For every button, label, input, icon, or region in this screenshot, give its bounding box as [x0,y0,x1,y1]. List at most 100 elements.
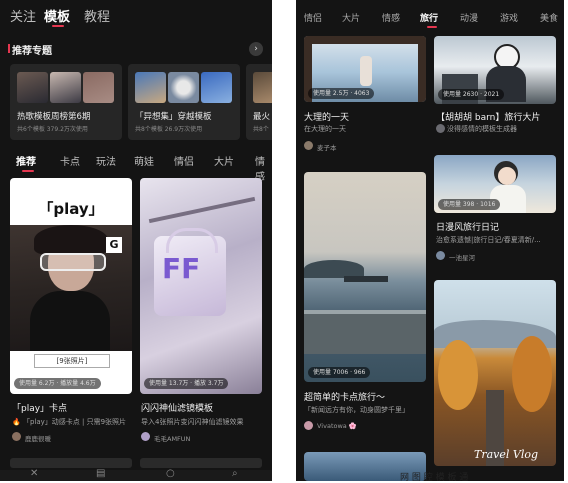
usage-stats: 使用量 2630 · 2021 [438,89,505,100]
tab-travel[interactable]: 旅行 [420,11,438,24]
card-photo: G [10,225,132,351]
template-card-thumbnail[interactable]: 使用量 7006 · 966 [304,172,426,382]
tab-tutorials[interactable]: 教程 [84,6,110,25]
circle-icon[interactable]: ○ [166,468,175,479]
tab-emotion[interactable]: 情感 [382,11,400,24]
body-shape [30,291,110,351]
section-title: 推荐专题 [12,46,52,57]
next-card-peek [10,458,132,468]
sunglasses-shape [40,253,106,271]
template-card-thumbnail[interactable]: 使用量 2.5万 · 4063 [304,36,426,102]
right-phone-screen: 情侣 大片 情感 旅行 动漫 游戏 美食 使用量 2.5万 · 4063 大理的… [296,0,564,481]
avatar[interactable] [304,421,313,430]
category-tab-recommend[interactable]: 推荐 [16,153,36,168]
user-name[interactable]: 鹿鹿很暖 [25,433,125,443]
user-name[interactable]: 毛毛AMFUN [154,433,254,443]
face-shape [498,167,516,185]
category-tab-blockbuster[interactable]: 大片 [214,153,234,168]
close-icon[interactable]: ✕ [30,468,38,479]
person-shape [360,56,372,86]
user-name[interactable]: 麦子本 [317,142,417,152]
tree-shape [512,336,552,412]
avatar[interactable] [436,124,445,133]
card-title[interactable]: 「play」卡点 [12,401,132,414]
pier-edge [304,310,426,314]
hair-shape [34,225,108,255]
card-subtitle: 「新闻远方有你，动身圆梦千里」 [304,406,409,414]
travel-vlog-overlay: Travel Vlog [474,448,539,461]
topic-meta: 共6个模板 379.2万次使用 [17,126,88,133]
active-tab-indicator [52,25,64,27]
pier-shape [304,314,426,354]
card-caption: [9张照片] [34,354,110,368]
card-title[interactable]: 大理的一天 [304,110,428,123]
g-letter-sticker: G [106,237,122,253]
template-card-thumbnail[interactable]: 使用量 398 · 1016 [434,155,556,213]
window-frame [304,36,426,44]
card-subtitle: 在大理的一天 [304,125,346,133]
category-tab-indicator [22,170,34,172]
topic-thumbnail [253,72,272,103]
category-tab-beat[interactable]: 卡点 [60,153,80,168]
topic-name: 「异想集」穿越模板 [135,112,212,122]
topic-thumbnail [135,72,166,103]
user-name[interactable]: 一池星河 [449,252,549,262]
usage-stats: 使用量 2.5万 · 4063 [308,88,375,99]
tab-follow[interactable]: 关注 [10,6,36,25]
window-frame [418,36,426,102]
template-card-thumbnail[interactable]: 「play」 G [9张照片] 使用量 6.2万 · 播放量 4.6万 [10,178,132,394]
topic-thumbnail [201,72,232,103]
left-phone-screen: 关注 模板 教程 推荐专题 › 热歌模板周榜第6期 共6个模板 379.2万次使… [0,0,272,481]
tab-anime[interactable]: 动漫 [460,11,478,24]
usage-stats: 使用量 7006 · 966 [308,367,371,378]
section-accent-bar [8,44,10,53]
card-subtitle: 治愈系遗憾|旅行日记/春夏清新/... [436,236,541,244]
next-card-peek [140,458,262,468]
card-subtitle: 没得感情的模板生成器 [447,125,517,133]
tree-shape [438,340,478,410]
topic-meta: 共8个模板 26.9万次使用 [135,126,203,133]
chevron-right-icon[interactable]: › [249,42,263,56]
decor-stripe [148,196,256,224]
film-icon[interactable]: ▤ [96,468,105,479]
search-icon[interactable]: ⌕ [232,468,238,479]
active-tab-indicator [427,26,437,28]
topic-thumbnail [50,72,81,103]
card-title[interactable]: 日漫风旅行日记 [436,220,560,233]
tab-blockbuster[interactable]: 大片 [342,11,360,24]
template-card-thumbnail[interactable]: Travel Vlog [434,280,556,466]
card-title[interactable]: 【胡胡胡 barn】旅行大片 [436,110,560,123]
tab-templates[interactable]: 模板 [44,6,70,25]
tab-games[interactable]: 游戏 [500,11,518,24]
bag-print: FF [162,252,201,285]
topic-meta: 共8个 [253,126,269,133]
topic-thumbnail [83,72,114,103]
topic-card[interactable]: 热歌模板周榜第6期 共6个模板 379.2万次使用 [10,64,122,140]
avatar[interactable] [436,251,445,260]
template-card-thumbnail[interactable]: FF 使用量 13.7万 · 播放 3.7万 [140,178,262,394]
category-tab-play[interactable]: 玩法 [96,153,116,168]
topic-thumbnail [168,72,199,103]
card-title[interactable]: 超简单的卡点旅行～ [304,390,428,403]
tab-couple[interactable]: 情侣 [304,11,322,24]
bottom-nav: ✕ ▤ ○ ⌕ [0,468,272,481]
tab-food[interactable]: 美食 [540,11,558,24]
category-tab-kids[interactable]: 萌娃 [134,153,154,168]
topic-card[interactable]: 最火 共8个 [246,64,272,140]
user-name[interactable]: Vivatowa 🌸 [317,422,417,430]
card-title[interactable]: 闪闪神仙滤镜模板 [141,401,261,414]
topic-name: 最火 [253,112,271,122]
avatar[interactable] [141,432,150,441]
card-subtitle: 🔥 「play」动感卡点 | 只需9张照片 [12,418,127,426]
usage-stats: 使用量 13.7万 · 播放 3.7万 [144,378,229,389]
ship-shape [344,276,388,282]
topic-name: 热歌模板周榜第6期 [17,112,91,122]
watermark-text: 网 图 腔 模 板 通 [400,473,469,483]
bag-handle [166,228,218,253]
topic-card[interactable]: 「异想集」穿越模板 共8个模板 26.9万次使用 [128,64,240,140]
usage-stats: 使用量 398 · 1016 [438,199,501,210]
avatar[interactable] [12,432,21,441]
template-card-thumbnail[interactable]: 使用量 2630 · 2021 [434,36,556,104]
avatar[interactable] [304,141,313,150]
category-tab-couple[interactable]: 情侣 [174,153,194,168]
